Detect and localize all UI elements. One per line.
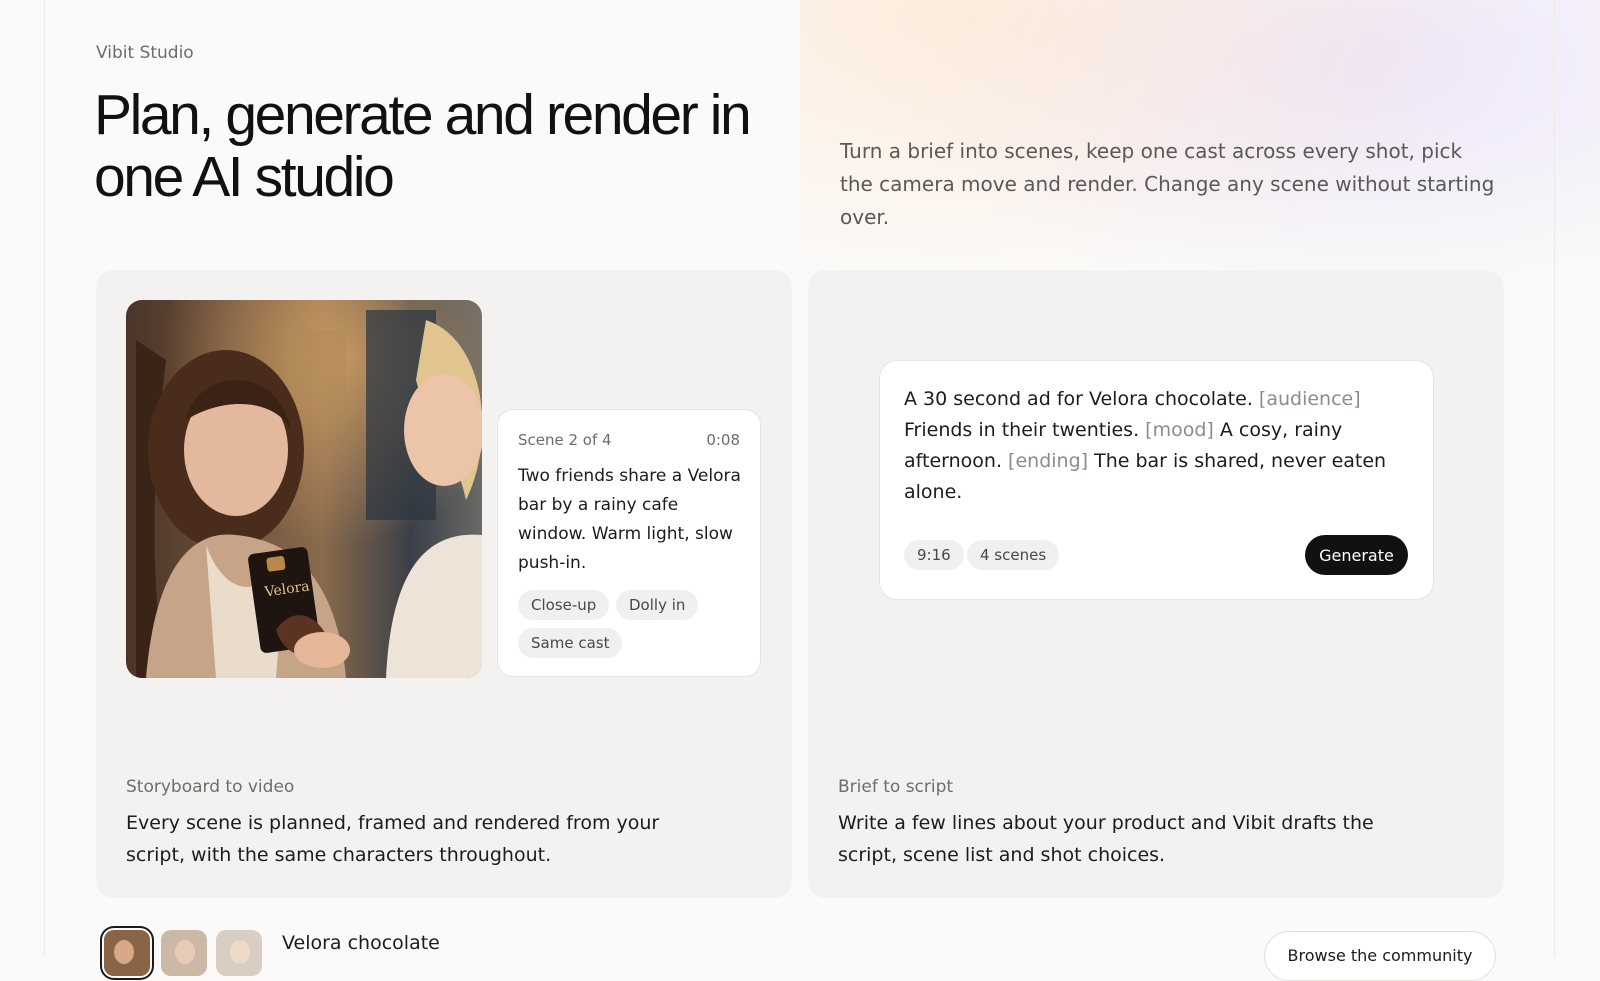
- browse-community-button[interactable]: Browse the community: [1264, 931, 1496, 981]
- scene-description: Two friends share a Velora bar by a rain…: [518, 466, 741, 573]
- tag-mood: [mood]: [1145, 419, 1214, 441]
- scene-index: Scene 2 of 4: [518, 431, 612, 449]
- storyboard-caption-text: Every scene is planned, framed and rende…: [126, 812, 660, 866]
- storyboard-card: Velora Scene 2 of 4 0:08 Two friends sha…: [96, 270, 792, 898]
- storyboard-caption-label: Storyboard to video: [126, 777, 295, 797]
- brief-intro: A 30 second ad for Velora chocolate.: [904, 388, 1253, 410]
- project-thumbnail-1[interactable]: [104, 930, 150, 976]
- thumbnail-image: [161, 930, 207, 976]
- tag-audience: [audience]: [1258, 388, 1361, 410]
- scene-photo-illustration: Velora: [126, 300, 482, 678]
- brief-text[interactable]: A 30 second ad for Velora chocolate. [au…: [904, 384, 1404, 508]
- page-title: Plan, generate and render in one AI stud…: [94, 83, 752, 209]
- project-name: Velora chocolate: [282, 932, 440, 954]
- chip-aspect-ratio[interactable]: 9:16: [904, 540, 964, 570]
- thumbnail-image: [104, 930, 150, 976]
- brand-label: Vibit Studio: [96, 43, 194, 63]
- brief-caption-label: Brief to script: [838, 777, 954, 797]
- scene-detail-card[interactable]: Scene 2 of 4 0:08 Two friends share a Ve…: [497, 409, 761, 677]
- generate-button[interactable]: Generate: [1305, 535, 1408, 575]
- chip-same-cast[interactable]: Same cast: [518, 628, 623, 658]
- project-thumbnail-2[interactable]: [161, 930, 207, 976]
- tag-ending: [ending]: [1008, 450, 1089, 472]
- brief-card-panel: A 30 second ad for Velora chocolate. [au…: [808, 270, 1504, 898]
- brief-input-card[interactable]: A 30 second ad for Velora chocolate. [au…: [879, 360, 1434, 600]
- chip-shot-close-up[interactable]: Close-up: [518, 590, 610, 620]
- scene-duration: 0:08: [706, 431, 740, 449]
- left-divider: [44, 0, 45, 957]
- thumbnail-image: [216, 930, 262, 976]
- brief-caption-text: Write a few lines about your product and…: [838, 812, 1374, 866]
- scene-preview-image[interactable]: Velora: [126, 300, 482, 678]
- brief-audience: Friends in their twenties.: [904, 419, 1140, 441]
- project-thumbnail-3[interactable]: [216, 930, 262, 976]
- right-divider: [1554, 0, 1555, 957]
- chip-camera-dolly-in[interactable]: Dolly in: [616, 590, 699, 620]
- chip-scene-count[interactable]: 4 scenes: [967, 540, 1060, 570]
- page-subtitle: Turn a brief into scenes, keep one cast …: [840, 139, 1495, 229]
